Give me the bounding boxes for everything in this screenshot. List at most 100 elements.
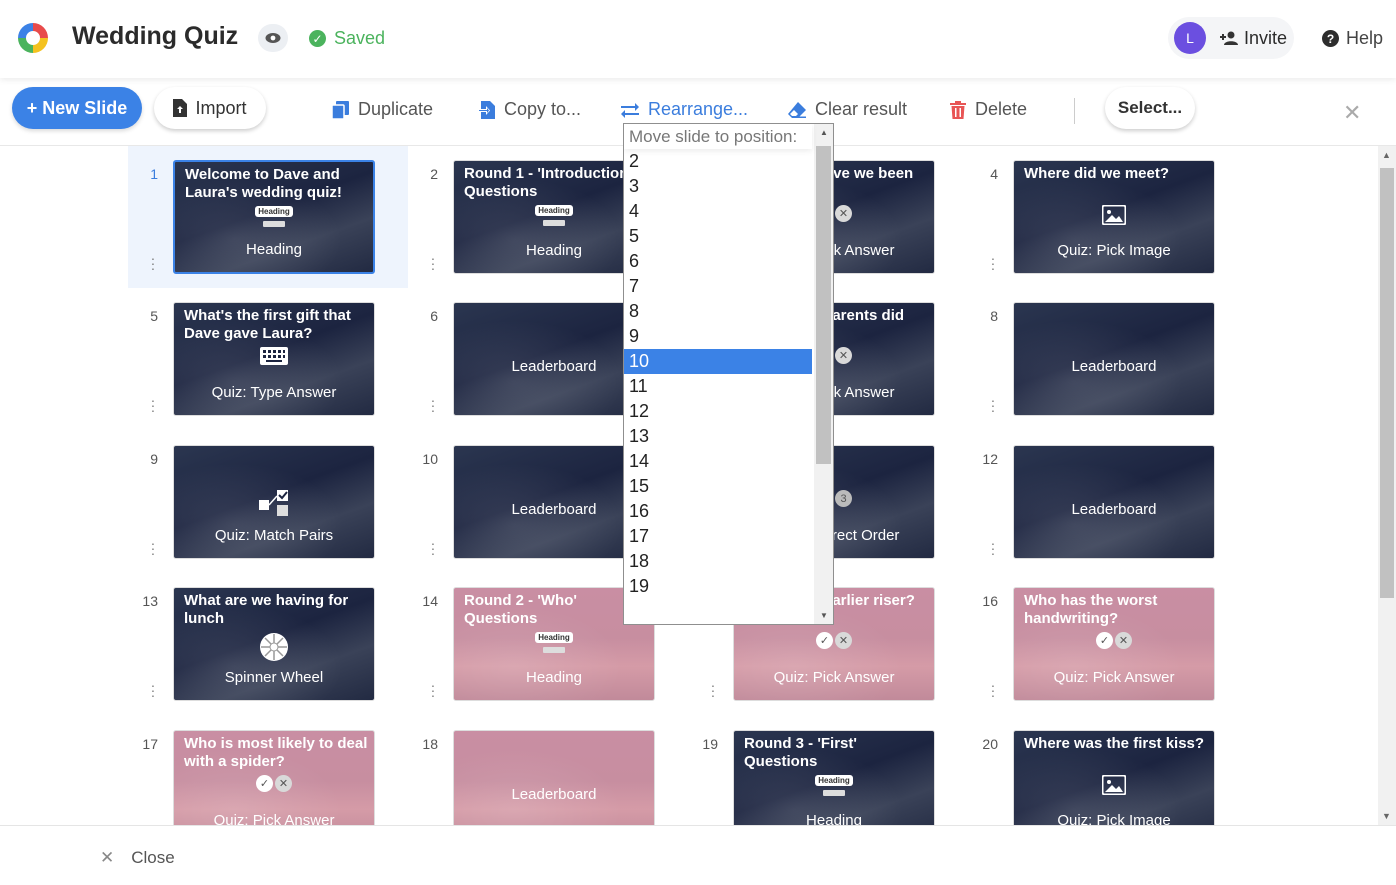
slide-cell[interactable]: 4 · · · Where did we meet? Quiz: Pick Image [968,146,1248,288]
dropdown-option[interactable]: 9 [624,324,812,349]
slide-number: 1 [150,166,158,182]
app-logo-icon[interactable] [16,21,50,55]
dropdown-option[interactable]: 5 [624,224,812,249]
page-title[interactable]: Wedding Quiz [72,22,238,51]
slide-cell[interactable]: 5 · · · What's the first gift that Dave gave… [128,288,408,430]
dropdown-option[interactable]: 15 [624,474,812,499]
scroll-down-arrow-icon[interactable]: ▼ [1382,811,1391,821]
slide-thumbnail[interactable]: Leaderboard [1013,302,1215,416]
vertical-scrollbar[interactable]: ▲ ▼ [1378,146,1396,825]
slide-cell[interactable]: 12 · · · Leaderboard [968,431,1248,573]
invite-button[interactable]: Invite [1220,28,1287,49]
avatar[interactable]: L [1174,22,1206,54]
heading-badge-text: Heading [535,205,573,216]
slide-thumbnail[interactable]: Leaderboard [1013,445,1215,559]
duplicate-button[interactable]: Duplicate [332,99,433,120]
more-options-icon[interactable]: ··· [990,536,996,560]
slide-thumbnail[interactable]: Who has the worst handwriting? ✓ ✕ Quiz: Pi… [1013,587,1215,701]
delete-label: Delete [975,99,1028,119]
dropdown-option[interactable]: 4 [624,199,812,224]
more-options-icon[interactable]: ··· [430,536,436,560]
scroll-up-arrow-icon[interactable]: ▲ [1382,150,1391,160]
delete-button[interactable]: Delete [950,99,1027,120]
slide-number: 19 [702,736,718,752]
dropdown-option[interactable]: 11 [624,374,812,399]
dropdown-option[interactable]: 18 [624,549,812,574]
help-button[interactable]: ? Help [1322,28,1383,49]
spinner-wheel-icon [174,632,374,662]
move-position-dropdown[interactable]: Move slide to position: 1234567891011121… [623,123,834,625]
close-button[interactable]: ✕ Close [100,848,175,868]
thumbnail-background [454,731,654,825]
slide-cell[interactable]: 16 · · · Who has the worst handwriting? ✓ ✕ Qui… [968,573,1248,715]
slide-type-label: Heading [526,669,582,686]
slide-thumbnail[interactable]: Round 3 - 'First' Questions Heading Headin… [733,730,935,825]
saved-status: ✓ Saved [309,28,385,49]
slide-number: 13 [142,593,158,609]
slide-cell[interactable]: 20···Where was the first kiss?Quiz: Pick… [968,716,1248,825]
slide-type-label: Quiz: Pick Image [1057,242,1171,259]
new-slide-button[interactable]: + New Slide [12,87,142,129]
slide-title: Round 2 - 'Who' Questions [464,592,577,627]
more-options-icon[interactable]: ··· [710,678,716,702]
slide-thumbnail[interactable]: Leaderboard [453,730,655,825]
slide-cell[interactable]: 1 · · · Welcome to Dave and Laura's wedding … [128,146,408,288]
more-options-icon[interactable]: ··· [150,536,156,560]
slide-cell[interactable]: 18···Leaderboard [408,716,688,825]
close-icon[interactable]: ✕ [1343,100,1361,126]
slide-cell[interactable]: 9 · · · Quiz: Match Pairs [128,431,408,573]
more-options-icon[interactable]: ··· [150,678,156,702]
slide-thumbnail[interactable]: Who is most likely to deal with a spider… [173,730,375,825]
slide-cell[interactable]: 17···Who is most likely to deal with a s… [128,716,408,825]
slide-cell[interactable]: 13 · · · What are we having for lunch Spinner… [128,573,408,715]
clear-result-button[interactable]: Clear result [788,99,907,120]
slide-type-label: Quiz: Type Answer [211,384,337,401]
slide-thumbnail[interactable]: What's the first gift that Dave gave Lau… [173,302,375,416]
more-options-icon[interactable]: ··· [150,251,156,275]
slide-number: 20 [982,736,998,752]
dropdown-option[interactable]: 7 [624,274,812,299]
slide-thumbnail[interactable]: Welcome to Dave and Laura's wedding quiz… [173,160,375,274]
dropdown-option[interactable]: 14 [624,449,812,474]
preview-button[interactable] [258,24,288,52]
copy-to-icon [478,100,495,119]
slide-thumbnail[interactable]: What are we having for lunch Spinner Whee… [173,587,375,701]
slide-thumbnail[interactable]: Where was the first kiss? Quiz: Pick Imag… [1013,730,1215,825]
dropdown-option[interactable]: 6 [624,249,812,274]
slide-thumbnail[interactable]: Quiz: Match Pairs [173,445,375,559]
dropdown-option[interactable]: 12 [624,399,812,424]
dropdown-option[interactable]: 8 [624,299,812,324]
more-options-icon[interactable]: ··· [990,251,996,275]
dropdown-scroll-up-icon[interactable]: ▲ [820,128,828,137]
dropdown-option[interactable]: 2 [624,149,812,174]
dropdown-scrollbar[interactable]: ▲ ▼ [814,124,833,624]
slide-type-label: Heading [246,241,302,258]
more-options-icon[interactable]: ··· [430,251,436,275]
slide-cell[interactable]: 8 · · · Leaderboard [968,288,1248,430]
slide-cell[interactable]: 19···Round 3 - 'First' QuestionsHeadingH… [688,716,968,825]
invite-group: L Invite [1168,17,1294,59]
more-options-icon[interactable]: ··· [990,678,996,702]
dropdown-option[interactable]: 16 [624,499,812,524]
more-options-icon[interactable]: ··· [990,393,996,417]
dropdown-option[interactable]: 13 [624,424,812,449]
slide-thumbnail[interactable]: Where did we meet? Quiz: Pick Image [1013,160,1215,274]
more-options-icon[interactable]: ··· [430,678,436,702]
scrollbar-thumb[interactable] [1380,168,1394,598]
dropdown-option[interactable]: 17 [624,524,812,549]
select-button[interactable]: Select... [1105,87,1195,129]
dropdown-scroll-down-icon[interactable]: ▼ [820,611,828,620]
dropdown-option[interactable]: 10 [624,349,812,374]
copy-to-button[interactable]: Copy to... [478,99,581,120]
slide-number: 18 [422,736,438,752]
import-button[interactable]: Import [154,87,266,129]
dropdown-option[interactable]: 3 [624,174,812,199]
more-options-icon[interactable]: ··· [430,393,436,417]
slide-type-label: Leaderboard [1071,501,1157,518]
dropdown-option[interactable]: 19 [624,574,812,599]
more-options-icon[interactable]: ··· [150,393,156,417]
duplicate-label: Duplicate [358,99,434,119]
rearrange-button[interactable]: Rearrange... [621,99,748,120]
dropdown-scrollbar-thumb[interactable] [816,146,831,464]
clear-result-label: Clear result [815,99,908,119]
